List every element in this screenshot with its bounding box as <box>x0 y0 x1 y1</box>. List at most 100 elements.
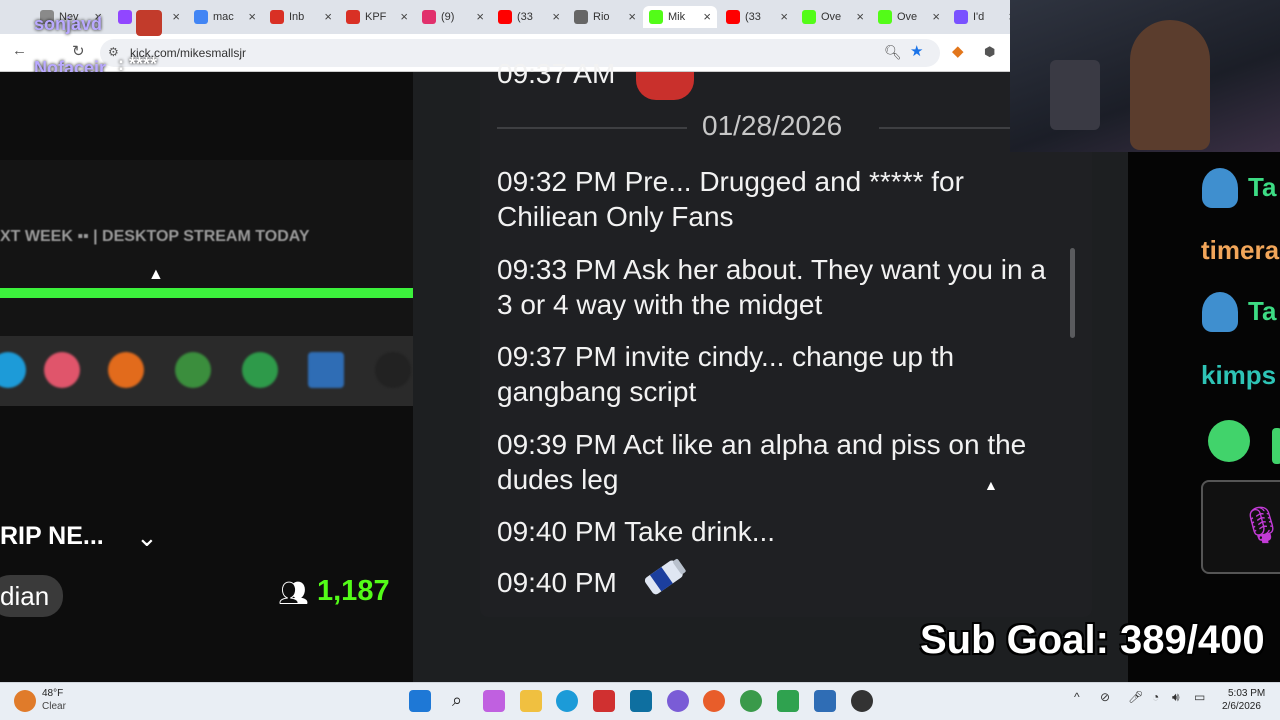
windows-start-icon[interactable] <box>409 690 431 712</box>
search-icon[interactable]: ⌕ <box>446 690 468 712</box>
overlay-avatar-icon <box>136 10 162 36</box>
tab-close-icon[interactable]: × <box>628 9 636 24</box>
chat-username[interactable]: Ta <box>1248 172 1276 203</box>
browser-tab[interactable]: Mik × <box>643 6 717 28</box>
firefox-icon[interactable] <box>703 690 725 712</box>
weather-description[interactable]: Clear <box>42 701 66 712</box>
edge-icon[interactable] <box>556 690 578 712</box>
app-icon[interactable] <box>814 690 836 712</box>
tab-favicon-icon <box>726 10 740 24</box>
browser-tab[interactable]: Rio × <box>568 6 642 28</box>
clock-time[interactable]: 5:03 PM <box>1228 688 1265 699</box>
extension-icon[interactable]: ⬢ <box>984 44 995 60</box>
tab-label: Mik <box>668 11 686 23</box>
tab-close-icon[interactable]: × <box>476 9 484 24</box>
dock-dark-app-icon <box>375 352 411 388</box>
app-icon[interactable] <box>593 690 615 712</box>
tab-favicon-icon <box>574 10 588 24</box>
tab-label: Rio <box>593 11 610 23</box>
mic-button[interactable]: 🎙︎ <box>1201 480 1280 574</box>
tab-label: I'd <box>973 11 985 23</box>
battery-icon[interactable]: ▭ <box>1194 690 1205 704</box>
tab-close-icon[interactable]: × <box>400 9 408 24</box>
user-avatar <box>1202 168 1238 208</box>
stream-banner-text: XT WEEK ▪▪ | DESKTOP STREAM TODAY <box>0 228 310 245</box>
browser-tab[interactable]: (33 × <box>720 6 794 28</box>
chat-message: 09:33 PM Ask her about. They want you in… <box>497 254 1046 320</box>
volume-icon[interactable]: 🔊︎ <box>1172 690 1180 705</box>
chat-scrollbar[interactable] <box>1070 248 1075 338</box>
weather-icon[interactable] <box>14 690 36 712</box>
tab-close-icon[interactable]: × <box>932 9 940 24</box>
browser-tab[interactable]: Inb × <box>264 6 338 28</box>
tab-favicon-icon <box>649 10 663 24</box>
mic-tray-icon[interactable]: 🎤︎ <box>1128 690 1143 704</box>
tab-label: (9) <box>441 11 455 23</box>
stream-green-bar <box>0 288 413 298</box>
cursor-icon: ▲ <box>148 266 164 283</box>
obs-icon[interactable] <box>851 690 873 712</box>
extension-fox-icon[interactable]: ◆ <box>952 42 964 60</box>
browser-tab[interactable]: Ove × <box>872 6 946 28</box>
streamer-figure <box>1130 20 1210 150</box>
beer-can-emote <box>644 559 686 595</box>
chat-username[interactable]: kimps <box>1201 360 1276 391</box>
tab-label: Ove <box>821 11 842 23</box>
search-icon[interactable]: 🔍︎ <box>884 44 902 61</box>
category-label: dian <box>0 580 50 611</box>
app-icon[interactable] <box>630 690 652 712</box>
chat-message: 09:37 PM invite cindy... change up th ga… <box>497 341 955 407</box>
wifi-icon[interactable]: ◔ <box>1152 690 1159 704</box>
tab-close-icon[interactable]: × <box>856 9 864 24</box>
tab-close-icon[interactable]: × <box>248 9 256 24</box>
separator-line <box>497 127 687 129</box>
chevron-up-icon[interactable]: ^ <box>1074 690 1080 704</box>
category-pill[interactable]: dian <box>0 575 64 617</box>
tab-favicon-icon <box>954 10 968 24</box>
browser-tab[interactable]: (9) × <box>416 6 490 28</box>
app-icon[interactable] <box>777 690 799 712</box>
tab-label: (33 <box>517 11 533 23</box>
discord-icon[interactable] <box>667 690 689 712</box>
stream-title[interactable]: RIP NE... <box>0 522 104 551</box>
tab-close-icon[interactable]: × <box>703 9 711 24</box>
chat-username[interactable]: timera <box>1201 235 1279 266</box>
viewer-count: 1,187 <box>317 575 390 607</box>
tab-close-icon[interactable]: × <box>780 9 788 24</box>
date-label: 01/28/2026 <box>702 110 843 141</box>
chat-username[interactable]: Ta <box>1248 296 1276 327</box>
mouse-cursor-icon: ▲ <box>984 477 998 493</box>
tab-label: KPF <box>365 11 387 23</box>
emote-icon <box>1208 420 1250 462</box>
separator-line <box>879 127 1010 129</box>
chat-message: 09:39 PM Act like an alpha and piss on t… <box>497 429 1027 495</box>
back-icon[interactable]: ← <box>12 42 27 59</box>
browser-tab[interactable]: (33 × <box>492 6 566 28</box>
webcam-overlay <box>1010 0 1280 152</box>
weather-temperature[interactable]: 48°F <box>42 688 63 699</box>
clock-date[interactable]: 2/6/2026 <box>1222 701 1261 712</box>
dock-blue-app-icon <box>308 352 344 388</box>
tab-favicon-icon <box>346 10 360 24</box>
tab-close-icon[interactable]: × <box>552 9 560 24</box>
chrome-icon[interactable] <box>740 690 762 712</box>
tab-close-icon[interactable]: × <box>324 9 332 24</box>
tab-label: mac <box>213 11 234 23</box>
right-chat-panel <box>1128 150 1280 682</box>
copilot-icon[interactable] <box>483 690 505 712</box>
tab-close-icon[interactable]: × <box>172 9 180 24</box>
browser-tab[interactable]: mac × <box>188 6 262 28</box>
browser-tab[interactable]: KPF × <box>340 6 414 28</box>
browser-tab[interactable]: Ove × <box>796 6 870 28</box>
date-separator: 01/28/2026 <box>497 110 1010 146</box>
chevron-down-icon[interactable]: ⌄ <box>136 522 158 553</box>
tab-label: Inb <box>289 11 305 23</box>
bookmark-star-icon[interactable]: ★ <box>910 42 923 60</box>
chair-shape <box>1050 60 1100 130</box>
tab-favicon-icon <box>194 10 208 24</box>
viewers-icon: 👥︎ <box>278 580 309 607</box>
partial-message-time: 09:37 AM <box>497 58 616 89</box>
network-icon[interactable]: ⊘ <box>1100 690 1110 704</box>
chat-message: 09:40 PM Take drink... <box>497 516 776 547</box>
file-explorer-icon[interactable] <box>520 690 542 712</box>
